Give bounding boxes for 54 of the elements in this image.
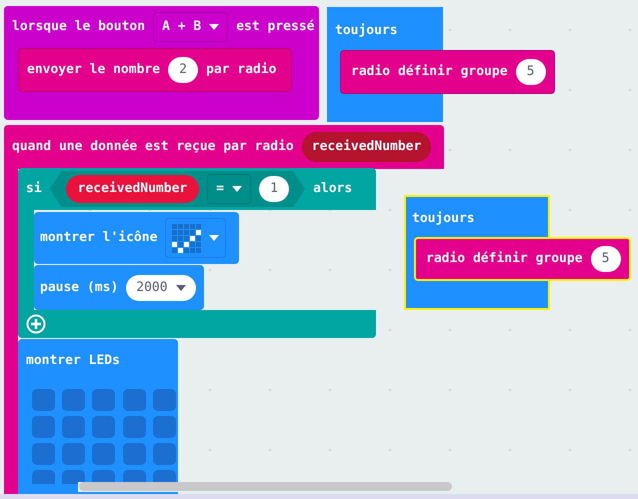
block-label: alors [313,180,352,198]
set-group-block[interactable]: radio définir groupe 5 [340,50,555,94]
led-cell[interactable] [32,388,55,410]
set-group-block[interactable]: radio définir groupe 5 [414,237,631,281]
show-leds-block[interactable]: montrer LEDs [18,339,178,494]
block-label: envoyer le nombre [27,61,160,80]
led-cell[interactable] [62,442,86,464]
led-cell[interactable] [92,388,116,410]
show-icon-block[interactable]: montrer l'icône [34,212,239,264]
caret-icon [176,284,186,290]
horizontal-scrollbar[interactable] [79,482,452,491]
pause-block[interactable]: pause (ms) 2000 [34,265,204,310]
icon-dropdown[interactable] [165,218,226,258]
block-label: si [26,180,42,198]
led-cell[interactable] [152,442,176,464]
number-field[interactable]: 5 [516,59,546,85]
led-cell[interactable] [32,416,55,438]
number-field[interactable]: 1 [259,176,290,202]
block-label: pause (ms) [40,278,118,297]
button-dropdown[interactable]: A + B [153,12,228,42]
block-label: radio définir groupe [426,250,583,268]
led-cell[interactable] [62,388,86,410]
operator-dropdown[interactable]: = [207,174,252,204]
block-label: montrer l'icône [40,229,158,248]
variable-pill[interactable]: receivedNumber [66,175,200,203]
led-cell[interactable] [152,388,176,410]
led-cell[interactable] [92,442,116,464]
led-cell[interactable] [122,442,146,464]
duration-field[interactable]: 2000 [126,274,196,300]
block-label: est pressé [236,18,314,36]
number-field[interactable]: 2 [168,57,198,83]
block-label: toujours [412,211,475,226]
block-label: par radio [206,61,277,80]
caret-icon [209,235,220,241]
caret-icon [209,24,220,30]
block-label: quand une donnée est reçue par radio [12,138,294,156]
number-field[interactable]: 5 [590,246,621,272]
block-label: radio définir groupe [351,63,508,82]
check-mark-icon [172,224,202,252]
caret-icon [232,186,242,192]
block-label: toujours [335,23,398,38]
block-label: lorsque le bouton [12,18,146,36]
led-cell[interactable] [122,388,146,410]
send-number-block[interactable]: envoyer le nombre 2 par radio [18,48,292,92]
led-cell[interactable] [152,416,176,438]
led-cell[interactable] [122,416,146,438]
variable-pill[interactable]: receivedNumber [302,132,432,162]
led-cell[interactable] [32,442,55,464]
led-cell[interactable] [62,416,86,438]
condition-block[interactable]: receivedNumber = 1 [50,171,306,207]
block-label: montrer LEDs [26,352,121,370]
event-block[interactable]: lorsque le bouton A + B est pressé envoyer le nombre 2 par radio [4,6,319,120]
led-cell[interactable] [92,416,116,438]
add-icon[interactable] [26,314,46,334]
